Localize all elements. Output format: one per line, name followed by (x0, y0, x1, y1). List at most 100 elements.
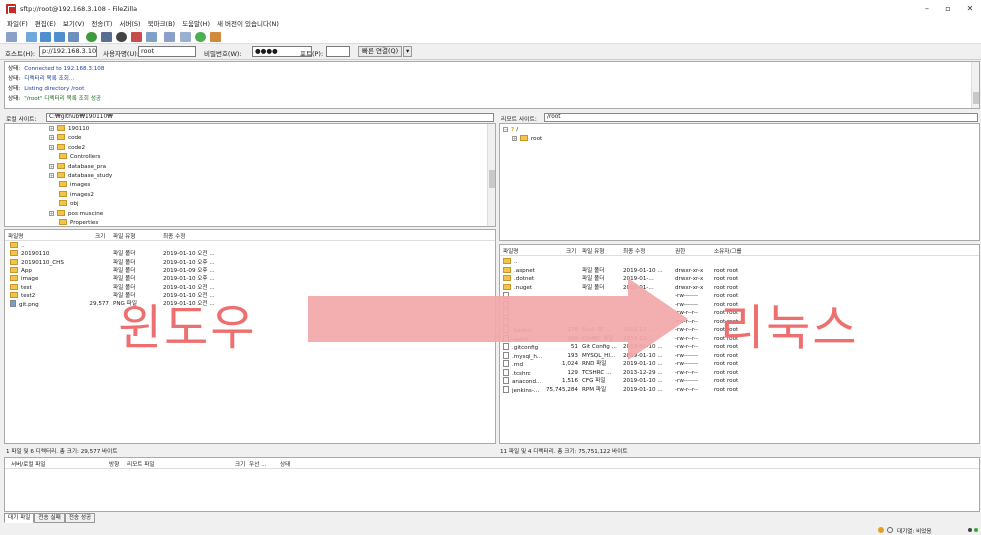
menu-item[interactable]: 전송(T) (91, 18, 112, 30)
compare-icon[interactable] (180, 32, 191, 42)
queue-col-direction[interactable]: 방향 (109, 460, 119, 468)
toggle-log-icon[interactable] (26, 32, 37, 42)
queue-col-priority[interactable]: 우선 ... (249, 460, 266, 468)
file-size: 29,577 (89, 301, 109, 308)
folder-icon (57, 209, 65, 216)
local-tree-item[interactable]: + database_study (49, 172, 112, 179)
refresh-icon[interactable] (86, 32, 97, 42)
remote-tree-item-root[interactable]: + root (512, 135, 542, 142)
file-owner: root root (714, 378, 739, 384)
username-input[interactable]: root (138, 46, 196, 57)
file-row[interactable]: 20190110_CHS 파일 폴더 2019-01-10 오후 ... (5, 258, 495, 267)
menu-item[interactable]: 서버(S) (119, 18, 140, 30)
folder-icon (10, 266, 18, 273)
file-modified: 2019-01-10 오후 ... (163, 276, 215, 283)
local-tree-item[interactable]: images (49, 181, 90, 188)
local-tree-item[interactable]: + pos muscine (49, 209, 103, 217)
file-type: TCSHRC ... (582, 369, 612, 376)
filter-icon[interactable] (164, 32, 175, 42)
expand-icon[interactable]: + (49, 173, 54, 178)
local-tree-item[interactable]: obj (49, 200, 79, 207)
tab-queued-files[interactable]: 대기 파일 (4, 513, 35, 523)
local-tree-item[interactable]: Controllers (49, 153, 100, 160)
file-perm: -rw-r--r-- (675, 369, 698, 376)
remote-tree-root[interactable]: −? / (503, 127, 518, 134)
log-text: 디렉터리 목록 조회... (24, 76, 75, 82)
file-row[interactable]: App 파일 폴더 2019-01-09 오후 ... (5, 266, 495, 275)
remote-col-owner[interactable]: 소유자/그룹 (714, 247, 742, 255)
expand-icon[interactable]: + (49, 135, 54, 141)
expand-icon[interactable]: + (49, 163, 54, 169)
menu-item[interactable]: 보기(V) (63, 18, 84, 30)
file-row[interactable]: .. (500, 258, 979, 266)
local-tree-item[interactable]: Properties (49, 219, 98, 226)
site-manager-icon[interactable] (6, 32, 17, 42)
host-input[interactable]: p://192.168.3.108 (39, 46, 97, 57)
menu-item[interactable]: 도움말(H) (182, 18, 210, 30)
file-type: 파일 폴더 (113, 259, 136, 266)
file-name: 20190110 (10, 250, 90, 258)
minimize-button[interactable]: – (921, 4, 933, 14)
remote-status: 11 파일 및 4 디렉터리. 총 크기: 75,751,122 바이트 (500, 449, 628, 455)
remote-site-path-input[interactable]: /root (544, 113, 978, 122)
remote-col-name[interactable]: 파일명 (503, 247, 518, 255)
file-row[interactable]: anacond... 1,516 CFG 파일 2019-01-10 ... -rw--… (500, 377, 979, 385)
local-tree-item[interactable]: images2 (49, 190, 94, 198)
close-button[interactable]: ✕ (964, 4, 976, 14)
menu-item[interactable]: 편집(E) (35, 18, 56, 30)
local-tree-item[interactable]: + database_pra (49, 162, 106, 170)
disconnect-icon[interactable] (131, 32, 142, 42)
folder-icon (59, 219, 67, 225)
file-row[interactable]: .tcshrc 129 TCSHRC ... 2013-12-29 ... -rw-r-… (500, 368, 979, 377)
queue-col-remote[interactable]: 리모트 파일 (127, 460, 155, 468)
port-input[interactable] (326, 46, 350, 57)
queue-col-local[interactable]: 서버/로컬 파일 (11, 460, 46, 468)
local-tree-item[interactable]: + code2 (49, 143, 85, 151)
file-row[interactable]: jenkins-... 75,745,284 RPM 파일 2019-01-10 ..… (500, 385, 979, 394)
remote-col-modified[interactable]: 최종 수정 (623, 247, 645, 255)
quickconnect-button[interactable]: 빠른 연결(Q) (358, 46, 403, 57)
menu-item[interactable]: 북마크(B) (148, 18, 175, 30)
toggle-queue-icon[interactable] (68, 32, 79, 42)
local-col-size[interactable]: 크기 (95, 232, 105, 240)
queue-col-status[interactable]: 상태 (280, 460, 290, 468)
search-icon[interactable] (210, 32, 221, 42)
local-tree-scrollbar[interactable] (487, 124, 495, 226)
menu-item[interactable]: 새 버전이 있습니다(N) (217, 18, 279, 30)
maximize-button[interactable]: ▫ (942, 4, 954, 14)
expand-icon[interactable]: + (49, 126, 54, 131)
log-scrollbar[interactable] (971, 62, 979, 108)
expand-icon[interactable]: + (49, 144, 54, 150)
file-row[interactable]: .rnd 1,024 RND 파일 2019-01-10 ... -rw------- r… (500, 360, 979, 368)
process-queue-icon[interactable] (101, 32, 112, 42)
folder-icon (59, 190, 67, 197)
file-row[interactable]: 20190110 파일 폴더 2019-01-10 오전 ... (5, 250, 495, 258)
queue-col-size[interactable]: 크기 (235, 460, 245, 468)
file-row[interactable]: .. (5, 242, 495, 250)
toggle-local-tree-icon[interactable] (40, 32, 51, 42)
toggle-remote-tree-icon[interactable] (54, 32, 65, 42)
tab-failed-transfers[interactable]: 전송 실패 (34, 513, 65, 523)
sync-browse-icon[interactable] (195, 32, 206, 42)
remote-col-type[interactable]: 파일 유형 (582, 247, 604, 255)
quickconnect-dropdown-button[interactable]: ▾ (403, 46, 413, 57)
local-col-type[interactable]: 파일 유형 (113, 232, 135, 240)
collapse-icon[interactable]: − (503, 127, 508, 132)
cancel-icon[interactable] (116, 32, 127, 42)
message-log: 상태: Connected to 192.168.3.108 상태: 디렉터리 목록 … (4, 61, 980, 109)
local-col-modified[interactable]: 최종 수정 (163, 232, 185, 240)
local-tree-item[interactable]: +190110 (49, 125, 89, 132)
menu-item[interactable]: 파일(F) (7, 18, 28, 30)
file-name-text: App (21, 267, 32, 274)
local-col-name[interactable]: 파일명 (8, 232, 23, 240)
local-tree-item[interactable]: + code (49, 134, 82, 141)
expand-icon[interactable]: + (49, 210, 54, 216)
log-line: 상태: "/root" 디렉터리 목록 조회 성공 (8, 94, 101, 102)
tab-successful-transfers[interactable]: 전송 성공 (64, 513, 96, 523)
local-site-path-input[interactable]: C:₩github₩190110₩ (46, 113, 494, 122)
remote-col-permissions[interactable]: 권한 (675, 247, 685, 255)
reconnect-icon[interactable] (146, 32, 157, 42)
file-row[interactable]: .aspnet 파일 폴더 2019-01-10 ... drwxr-xr-x root… (500, 266, 979, 275)
expand-icon[interactable]: + (512, 136, 517, 141)
remote-col-size[interactable]: 크기 (566, 247, 576, 255)
